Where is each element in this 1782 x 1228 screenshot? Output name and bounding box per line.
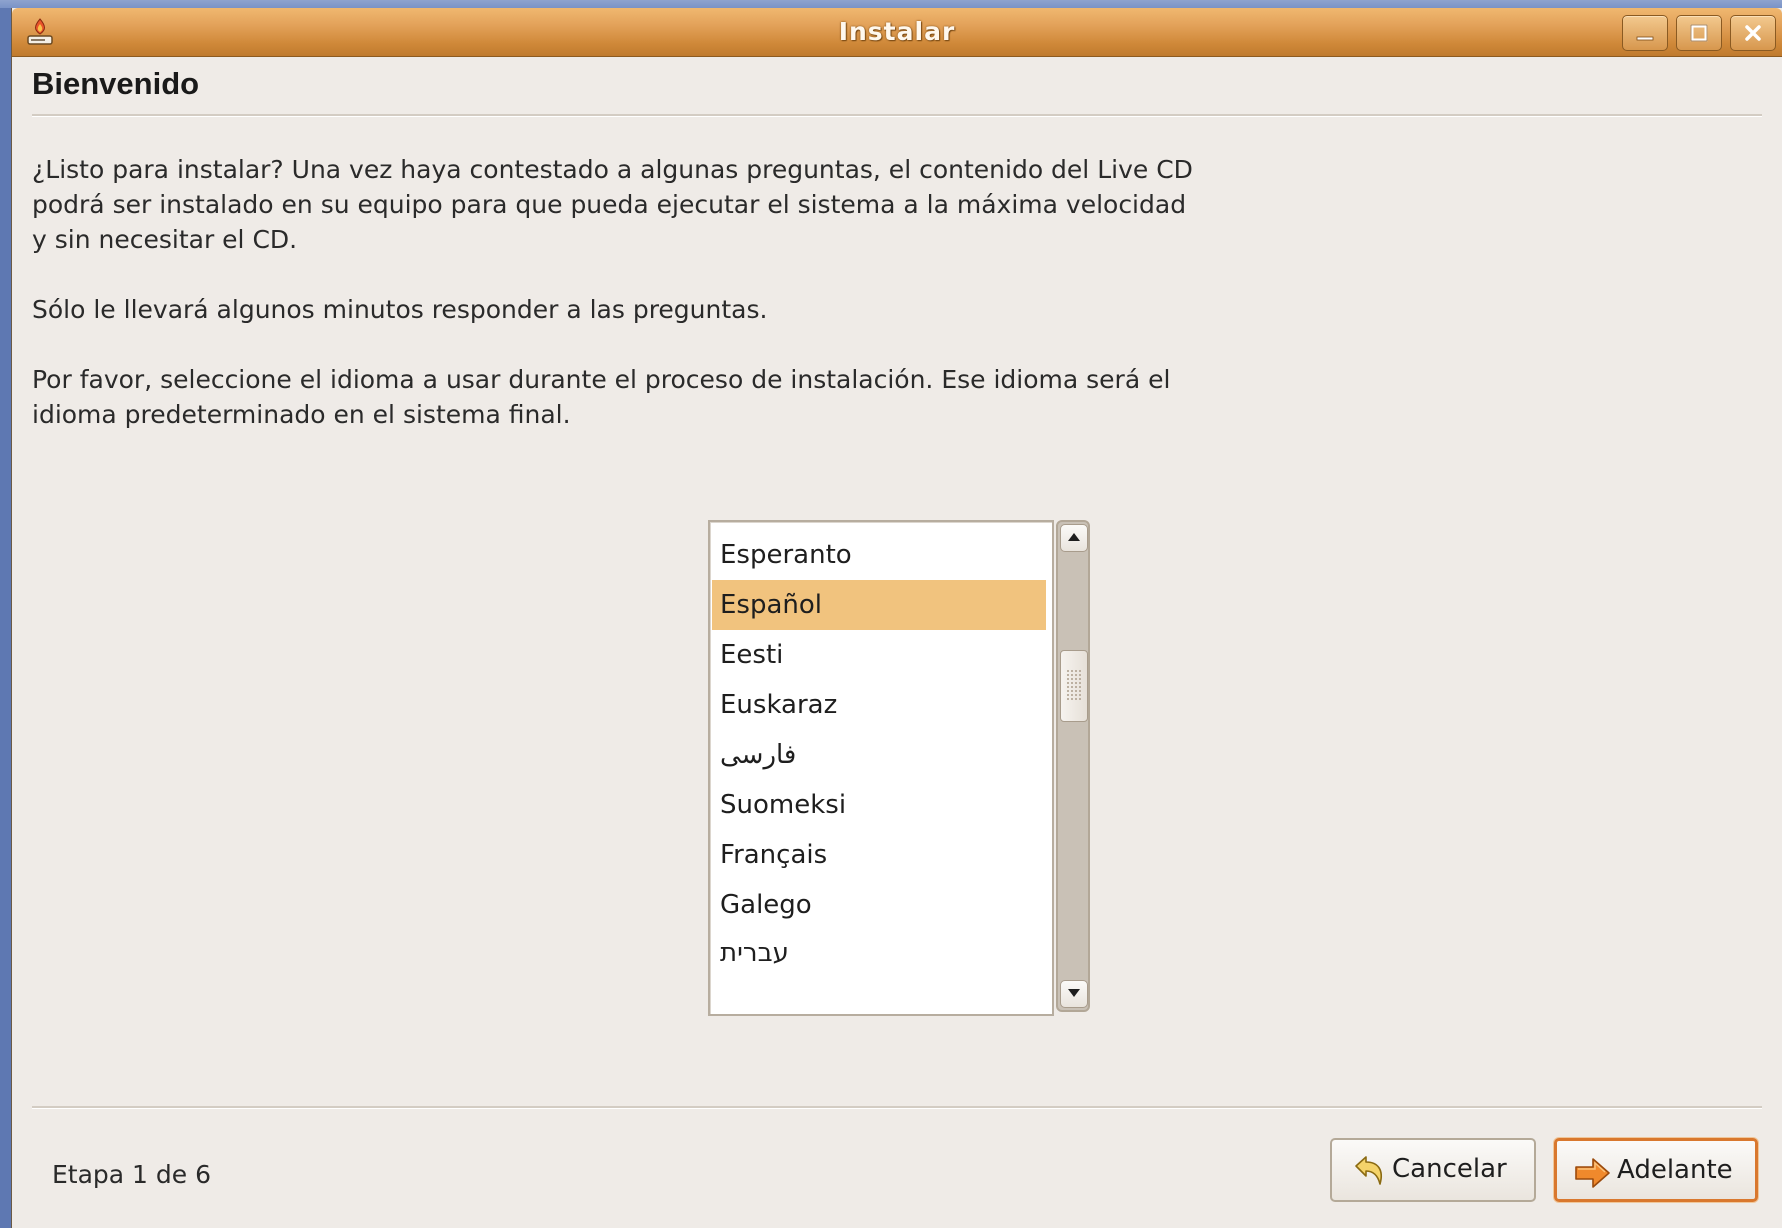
page-title: Bienvenido [32, 66, 200, 101]
time-note-paragraph: Sólo le llevará algunos minutos responde… [32, 295, 768, 324]
scroll-up-icon [1068, 533, 1080, 541]
scroll-down-button[interactable] [1060, 980, 1088, 1008]
maximize-button[interactable] [1676, 15, 1722, 51]
window-title: Instalar [838, 17, 956, 46]
list-item[interactable]: فارسی [712, 730, 1046, 780]
list-item[interactable]: Esperanto [712, 530, 1046, 580]
close-button[interactable] [1730, 15, 1776, 51]
cancel-label: Cancelar [1392, 1154, 1507, 1184]
minimize-button[interactable] [1622, 15, 1668, 51]
cancel-undo-arrow-icon [1348, 1152, 1388, 1192]
cancel-button[interactable]: Cancelar [1330, 1138, 1536, 1202]
intro-paragraph: ¿Listo para instalar? Una vez haya conte… [32, 152, 1322, 257]
thumb-grip [1066, 669, 1082, 701]
list-item[interactable]: Eesti [712, 630, 1046, 680]
list-item-selected[interactable]: Español [712, 580, 1046, 630]
maximize-icon [1690, 24, 1708, 42]
step-indicator: Etapa 1 de 6 [52, 1160, 212, 1189]
list-item[interactable]: Euskaraz [712, 680, 1046, 730]
instruction-line: Por favor, seleccione el idioma a usar d… [32, 365, 1171, 394]
intro-line: y sin necesitar el CD. [32, 225, 298, 254]
minimize-icon [1636, 36, 1654, 41]
list-item[interactable]: Français [712, 830, 1046, 880]
desktop-background [0, 0, 1782, 8]
language-list-scrollbar[interactable] [1056, 520, 1090, 1012]
close-icon [1745, 25, 1761, 41]
language-list[interactable]: Esperanto Español Eesti Euskaraz فارسی S… [708, 520, 1054, 1016]
list-item[interactable]: Galego [712, 880, 1046, 930]
scroll-down-icon [1068, 989, 1080, 997]
installer-window: Instalar Bienvenido ¿Listo para instalar… [12, 8, 1782, 1228]
forward-button[interactable]: Adelante [1554, 1138, 1758, 1202]
forward-arrow-icon [1573, 1153, 1613, 1193]
language-instruction-paragraph: Por favor, seleccione el idioma a usar d… [32, 362, 1322, 432]
scrollbar-thumb[interactable] [1060, 650, 1088, 722]
list-item[interactable]: Suomeksi [712, 780, 1046, 830]
instruction-line: idioma predeterminado en el sistema fina… [32, 400, 571, 429]
intro-line: podrá ser instalado en su equipo para qu… [32, 190, 1187, 219]
window-titlebar[interactable]: Instalar [12, 8, 1782, 57]
footer-divider [32, 1106, 1762, 1109]
header-divider [32, 114, 1762, 117]
list-item[interactable]: עברית [712, 928, 1046, 978]
forward-label: Adelante [1617, 1155, 1733, 1185]
intro-line: ¿Listo para instalar? Una vez haya conte… [32, 155, 1193, 184]
scroll-up-button[interactable] [1060, 524, 1088, 552]
